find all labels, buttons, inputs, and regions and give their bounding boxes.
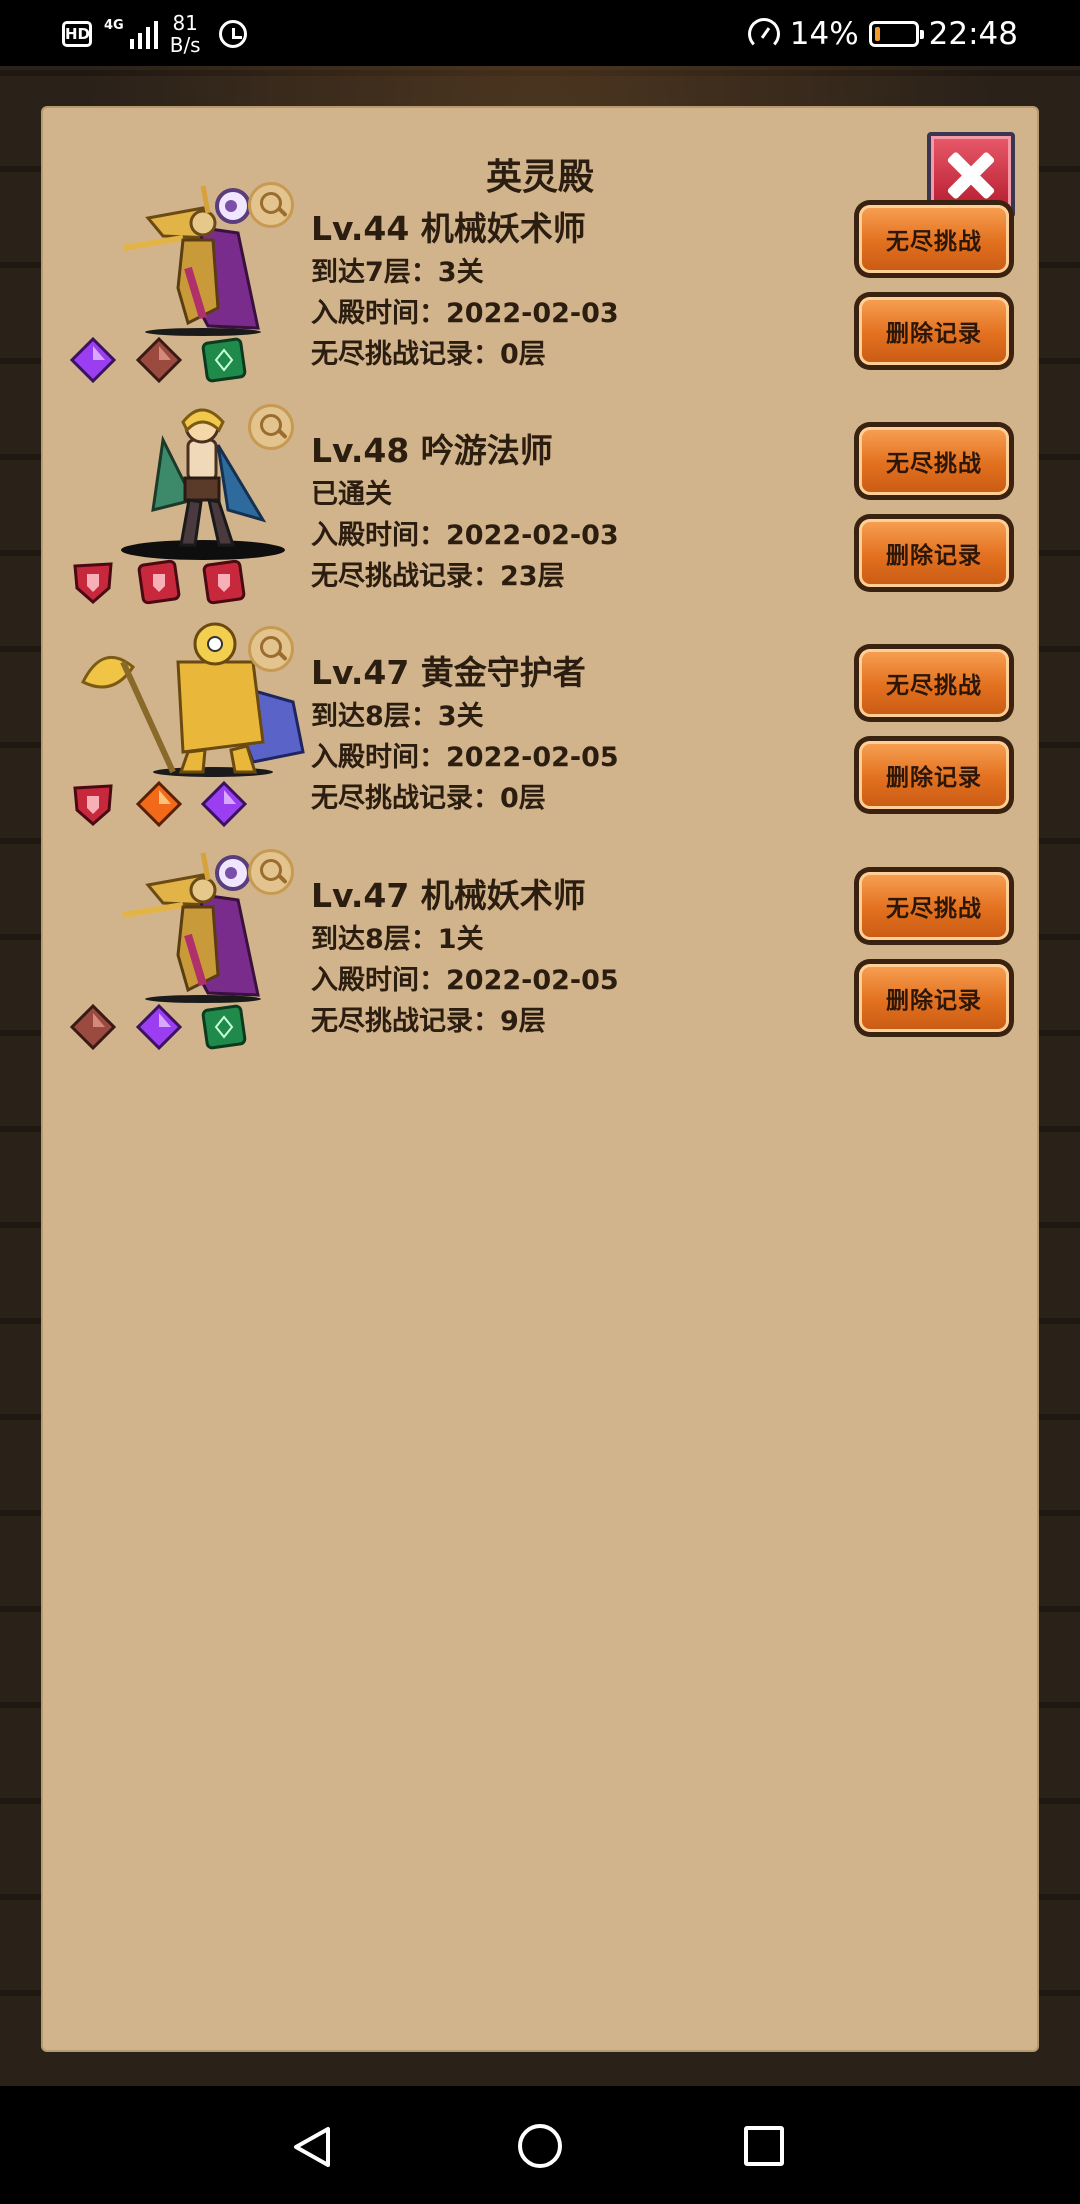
endless-challenge-button[interactable]: 无尽挑战 <box>854 200 1014 278</box>
gem-icon <box>135 558 183 606</box>
magnifier-icon[interactable] <box>248 626 294 672</box>
battery-percent: 14% <box>789 16 859 52</box>
navigation-bar <box>0 2086 1080 2204</box>
recent-apps-icon[interactable] <box>744 2126 784 2166</box>
hero-portrait <box>63 400 343 560</box>
endless-challenge-label: 无尽挑战 <box>859 427 1009 495</box>
endless-challenge-label: 无尽挑战 <box>859 872 1009 940</box>
status-right: 14% 22:48 <box>747 10 1018 58</box>
hero-row: Lv.48 吟游法师 已通关 入殿时间：2022-02-03 无尽挑战记录：23… <box>43 400 1037 622</box>
gem-icon <box>135 336 183 384</box>
hero-name: Lv.44 机械妖术师 <box>311 209 586 248</box>
delete-record-button[interactable]: 删除记录 <box>854 514 1014 592</box>
delete-record-button[interactable]: 删除记录 <box>854 292 1014 370</box>
gem-slots <box>69 558 269 610</box>
hall-dialog: 英灵殿 Lv.44 机械妖术师 到达7层：3关 入殿时间：2022-02-03 … <box>43 108 1037 2050</box>
battery-icon <box>868 21 924 47</box>
alarm-icon <box>218 20 247 48</box>
hero-entry-date: 入殿时间：2022-02-03 <box>311 520 619 551</box>
hero-progress: 到达8层：1关 <box>311 924 484 955</box>
hero-entry-date: 入殿时间：2022-02-05 <box>311 965 619 996</box>
hero-portrait <box>63 178 343 338</box>
delete-record-label: 删除记录 <box>859 964 1009 1032</box>
endless-challenge-label: 无尽挑战 <box>859 649 1009 717</box>
hero-row: Lv.44 机械妖术师 到达7层：3关 入殿时间：2022-02-03 无尽挑战… <box>43 178 1037 400</box>
gem-icon <box>69 1003 117 1051</box>
magnifier-icon[interactable] <box>248 182 294 228</box>
hero-name: Lv.48 吟游法师 <box>311 431 553 470</box>
gem-icon <box>69 558 117 606</box>
hero-progress: 到达8层：3关 <box>311 701 484 732</box>
gem-icon <box>135 1003 183 1051</box>
hero-info: Lv.47 黄金守护者 到达8层：3关 入殿时间：2022-02-05 无尽挑战… <box>311 650 871 819</box>
delete-record-button[interactable]: 删除记录 <box>854 736 1014 814</box>
endless-challenge-label: 无尽挑战 <box>859 205 1009 273</box>
status-bar: HD 4G 81 B/s 14% 22:48 <box>0 0 1080 66</box>
gem-icon <box>69 336 117 384</box>
delete-record-button[interactable]: 删除记录 <box>854 959 1014 1037</box>
speed-gauge-icon <box>747 18 780 50</box>
hero-info: Lv.47 机械妖术师 到达8层：1关 入殿时间：2022-02-05 无尽挑战… <box>311 873 871 1042</box>
network-speed-value: 81 <box>172 11 198 35</box>
network-speed: 81 B/s <box>170 12 201 56</box>
endless-challenge-button[interactable]: 无尽挑战 <box>854 867 1014 945</box>
hero-info: Lv.48 吟游法师 已通关 入殿时间：2022-02-03 无尽挑战记录：23… <box>311 428 871 597</box>
gem-icon <box>200 336 248 384</box>
hero-progress: 到达7层：3关 <box>311 257 484 288</box>
network-speed-unit: B/s <box>169 33 201 57</box>
battery-level <box>874 27 880 41</box>
hero-endless-record: 无尽挑战记录：9层 <box>311 1006 546 1037</box>
signal-icon: 4G <box>104 19 158 49</box>
gem-slots <box>69 336 269 388</box>
network-type: 4G <box>104 18 124 33</box>
hd-icon: HD <box>62 21 92 47</box>
hero-portrait <box>63 845 343 1005</box>
magnifier-icon[interactable] <box>248 404 294 450</box>
hero-progress: 已通关 <box>311 479 392 510</box>
hero-portrait <box>63 622 343 782</box>
hero-endless-record: 无尽挑战记录：23层 <box>311 561 565 592</box>
hero-endless-record: 无尽挑战记录：0层 <box>311 339 546 370</box>
gem-slots <box>69 1003 269 1055</box>
gem-slots <box>69 780 269 832</box>
gem-icon <box>135 780 183 828</box>
gem-icon <box>69 780 117 828</box>
clock-time: 22:48 <box>928 16 1018 52</box>
endless-challenge-button[interactable]: 无尽挑战 <box>854 422 1014 500</box>
hero-row: Lv.47 黄金守护者 到达8层：3关 入殿时间：2022-02-05 无尽挑战… <box>43 622 1037 844</box>
gem-icon <box>200 558 248 606</box>
delete-record-label: 删除记录 <box>859 519 1009 587</box>
delete-record-label: 删除记录 <box>859 297 1009 365</box>
hero-name: Lv.47 机械妖术师 <box>311 876 586 915</box>
hero-entry-date: 入殿时间：2022-02-03 <box>311 298 619 329</box>
hero-name: Lv.47 黄金守护者 <box>311 653 586 692</box>
gem-icon <box>200 780 248 828</box>
back-icon[interactable] <box>292 2126 332 2168</box>
hero-endless-record: 无尽挑战记录：0层 <box>311 783 546 814</box>
hero-entry-date: 入殿时间：2022-02-05 <box>311 742 619 773</box>
status-left: HD 4G 81 B/s <box>62 10 247 58</box>
hero-info: Lv.44 机械妖术师 到达7层：3关 入殿时间：2022-02-03 无尽挑战… <box>311 206 871 375</box>
home-icon[interactable] <box>518 2124 562 2168</box>
delete-record-label: 删除记录 <box>859 741 1009 809</box>
gem-icon <box>200 1003 248 1051</box>
magnifier-icon[interactable] <box>248 849 294 895</box>
hero-row: Lv.47 机械妖术师 到达8层：1关 入殿时间：2022-02-05 无尽挑战… <box>43 845 1037 1067</box>
endless-challenge-button[interactable]: 无尽挑战 <box>854 644 1014 722</box>
